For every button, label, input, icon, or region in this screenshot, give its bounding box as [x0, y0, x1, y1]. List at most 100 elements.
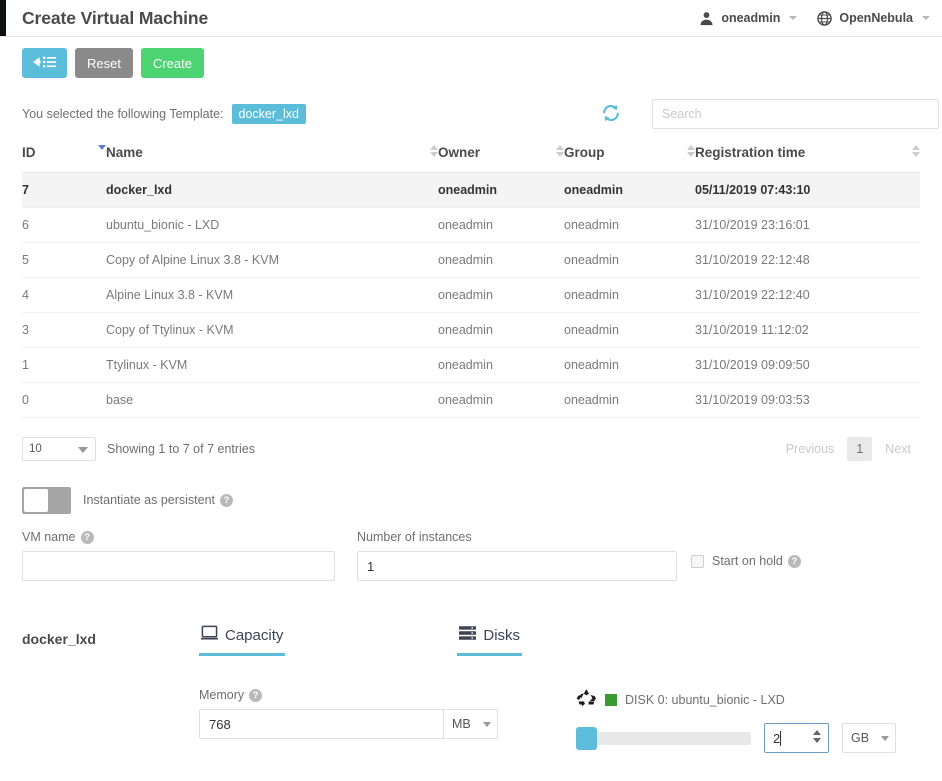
- cell-name: base: [106, 382, 438, 418]
- search-input[interactable]: [652, 99, 939, 129]
- help-icon[interactable]: ?: [249, 689, 263, 702]
- chevron-down-icon: [483, 722, 491, 727]
- previous-page-button[interactable]: Previous: [777, 437, 844, 461]
- memory-unit-value: MB: [452, 717, 471, 731]
- table-body: 7 docker_lxd oneadmin oneadmin 05/11/201…: [22, 172, 920, 418]
- tab-disks[interactable]: Disks: [457, 619, 523, 656]
- cell-registration-time: 31/10/2019 09:03:53: [695, 382, 920, 418]
- column-header-group[interactable]: Group: [564, 139, 695, 173]
- disk-size-slider[interactable]: [576, 726, 751, 750]
- sort-indicator-id[interactable]: [98, 145, 106, 150]
- disk-size-input[interactable]: 2: [764, 723, 829, 753]
- instances-label: Number of instances: [357, 530, 472, 544]
- column-header-registration-time[interactable]: Registration time: [695, 139, 920, 173]
- next-page-button[interactable]: Next: [876, 437, 920, 461]
- stepper-up-icon[interactable]: [813, 730, 821, 735]
- showing-entries-text: Showing 1 to 7 of 7 entries: [107, 442, 256, 456]
- templates-table-container: ID Name Owner Group Registration time 7 …: [0, 139, 942, 418]
- persistent-label: Instantiate as persistent?: [83, 493, 234, 507]
- cell-group: oneadmin: [564, 347, 695, 383]
- recycle-icon[interactable]: [576, 688, 597, 712]
- cell-registration-time: 31/10/2019 09:09:50: [695, 347, 920, 383]
- detail-template-name: docker_lxd: [22, 631, 96, 647]
- number-of-instances-input[interactable]: [357, 551, 677, 581]
- slider-handle[interactable]: [576, 726, 597, 750]
- vm-name-label: VM name?: [22, 530, 335, 544]
- sort-indicator-name[interactable]: [430, 145, 438, 157]
- sort-indicator-registration-time[interactable]: [912, 145, 920, 157]
- column-label-group: Group: [564, 145, 605, 160]
- cell-id: 1: [22, 347, 106, 383]
- create-button[interactable]: Create: [140, 48, 204, 78]
- start-on-hold-label-text: Start on hold: [712, 554, 783, 568]
- disk-size-unit-value: GB: [851, 731, 870, 745]
- pagination-controls: Previous 1 Next: [777, 437, 920, 461]
- vm-name-field-group: VM name?: [22, 530, 335, 581]
- cell-id: 0: [22, 382, 106, 418]
- disk-header: DISK 0: ubuntu_bionic - LXD: [576, 688, 903, 712]
- capacity-panel: Memory? MB: [199, 688, 576, 753]
- zone-menu[interactable]: OpenNebula: [817, 10, 930, 26]
- reset-button[interactable]: Reset: [75, 48, 133, 78]
- cell-owner: oneadmin: [438, 207, 564, 243]
- column-header-id[interactable]: ID: [22, 139, 106, 173]
- column-label-owner: Owner: [438, 145, 481, 160]
- table-row[interactable]: 1 Ttylinux - KVM oneadmin oneadmin 31/10…: [22, 347, 920, 383]
- vm-name-input[interactable]: [22, 551, 335, 581]
- table-row[interactable]: 7 docker_lxd oneadmin oneadmin 05/11/201…: [22, 172, 920, 208]
- disk-size-unit-select[interactable]: GB: [842, 723, 896, 753]
- table-row[interactable]: 4 Alpine Linux 3.8 - KVM oneadmin oneadm…: [22, 277, 920, 313]
- detail-tabs-bar: docker_lxd Capacity Disks: [0, 619, 942, 656]
- user-menu[interactable]: oneadmin: [699, 11, 798, 26]
- refresh-icon[interactable]: [601, 103, 621, 128]
- start-on-hold-row: Start on hold?: [691, 532, 801, 568]
- cell-owner: oneadmin: [438, 172, 564, 208]
- cell-group: oneadmin: [564, 242, 695, 278]
- cell-name: Copy of Ttylinux - KVM: [106, 312, 438, 348]
- table-row[interactable]: 6 ubuntu_bionic - LXD oneadmin oneadmin …: [22, 207, 920, 243]
- memory-unit-select[interactable]: MB: [444, 709, 498, 739]
- stepper-down-icon[interactable]: [813, 738, 821, 743]
- persistent-label-text: Instantiate as persistent: [83, 493, 216, 507]
- text-cursor: [780, 730, 782, 746]
- column-label-id: ID: [22, 145, 36, 160]
- selected-template-bar: You selected the following Template: doc…: [0, 89, 942, 139]
- disk-size-value: 2: [773, 730, 781, 746]
- cell-registration-time: 31/10/2019 11:12:02: [695, 312, 920, 348]
- cell-name: ubuntu_bionic - LXD: [106, 207, 438, 243]
- user-menu-label: oneadmin: [721, 11, 781, 25]
- cell-group: oneadmin: [564, 172, 695, 208]
- sort-indicator-group[interactable]: [687, 145, 695, 157]
- instantiate-persistent-toggle[interactable]: [22, 486, 71, 514]
- start-on-hold-checkbox[interactable]: [691, 554, 704, 568]
- column-label-registration-time: Registration time: [695, 145, 806, 160]
- sort-indicator-owner[interactable]: [556, 145, 564, 157]
- cell-id: 5: [22, 242, 106, 278]
- cell-group: oneadmin: [564, 382, 695, 418]
- cell-owner: oneadmin: [438, 312, 564, 348]
- help-icon[interactable]: ?: [80, 531, 94, 544]
- tab-capacity[interactable]: Capacity: [199, 619, 286, 656]
- vm-fields-row: VM name? Number of instances Start on ho…: [22, 530, 920, 581]
- page-length-select[interactable]: 10: [22, 437, 96, 461]
- column-header-name[interactable]: Name: [106, 139, 438, 173]
- page-length-value: 10: [29, 443, 42, 455]
- table-row[interactable]: 5 Copy of Alpine Linux 3.8 - KVM oneadmi…: [22, 242, 920, 278]
- memory-label: Memory?: [199, 688, 576, 702]
- back-button[interactable]: [22, 48, 67, 78]
- memory-input[interactable]: [199, 709, 444, 739]
- cell-registration-time: 31/10/2019 22:12:48: [695, 242, 920, 278]
- help-icon[interactable]: ?: [220, 494, 234, 507]
- column-header-owner[interactable]: Owner: [438, 139, 564, 173]
- cell-owner: oneadmin: [438, 242, 564, 278]
- page-number-button[interactable]: 1: [847, 437, 873, 461]
- table-row[interactable]: 0 base oneadmin oneadmin 31/10/2019 09:0…: [22, 382, 920, 418]
- table-footer: 10 Showing 1 to 7 of 7 entries Previous …: [0, 418, 942, 466]
- cell-registration-time: 31/10/2019 23:16:01: [695, 207, 920, 243]
- disk-title: DISK 0: ubuntu_bionic - LXD: [625, 693, 785, 707]
- selected-template-prefix: You selected the following Template:: [22, 107, 224, 121]
- disk-size-stepper[interactable]: [813, 730, 821, 743]
- cell-owner: oneadmin: [438, 382, 564, 418]
- table-row[interactable]: 3 Copy of Ttylinux - KVM oneadmin oneadm…: [22, 312, 920, 348]
- help-icon[interactable]: ?: [787, 555, 801, 568]
